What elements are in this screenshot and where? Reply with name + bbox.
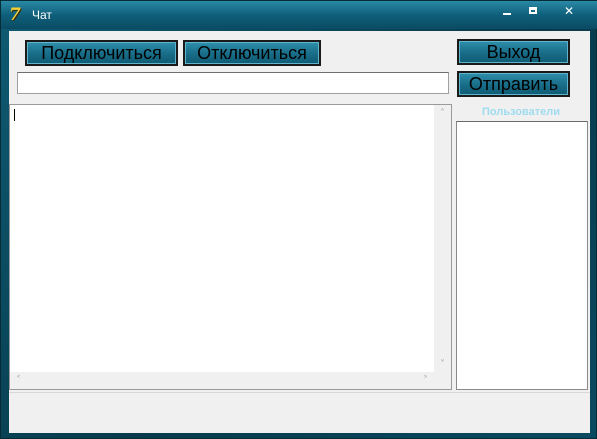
- window-title: Чат: [32, 8, 52, 22]
- scrollbar-corner: [434, 372, 451, 389]
- users-list[interactable]: [456, 121, 588, 390]
- vertical-scrollbar[interactable]: ˄ ˅: [434, 105, 451, 373]
- maximize-button[interactable]: [523, 3, 545, 19]
- chat-log[interactable]: ˄ ˅ ˂ ˃: [9, 104, 452, 390]
- client-area: Подключиться Отключиться Выход Отправить…: [9, 31, 590, 433]
- title-bar[interactable]: 7 Чат ✕: [1, 1, 597, 29]
- disconnect-button[interactable]: Отключиться: [183, 40, 321, 66]
- connect-button[interactable]: Подключиться: [25, 40, 178, 66]
- close-icon: ✕: [563, 4, 575, 18]
- status-bar: [9, 392, 590, 433]
- scroll-up-icon[interactable]: ˄: [434, 105, 451, 122]
- horizontal-scrollbar[interactable]: ˂ ˃: [10, 372, 434, 389]
- maximize-icon: [529, 7, 537, 14]
- users-label: Пользователи: [481, 106, 560, 118]
- minimize-button[interactable]: [496, 3, 518, 19]
- message-input[interactable]: [17, 72, 449, 94]
- scroll-down-icon[interactable]: ˅: [434, 356, 451, 373]
- send-button[interactable]: Отправить: [457, 71, 570, 97]
- scroll-right-icon[interactable]: ˃: [417, 372, 434, 389]
- chat-window: 7 Чат ✕ Подключиться Отключиться Выход О…: [0, 0, 597, 439]
- scroll-left-icon[interactable]: ˂: [10, 372, 27, 389]
- exit-button[interactable]: Выход: [457, 39, 570, 65]
- close-button[interactable]: ✕: [550, 3, 588, 19]
- text-caret: [14, 109, 15, 121]
- app-logo-icon: 7: [9, 5, 21, 25]
- minimize-icon: [503, 13, 511, 15]
